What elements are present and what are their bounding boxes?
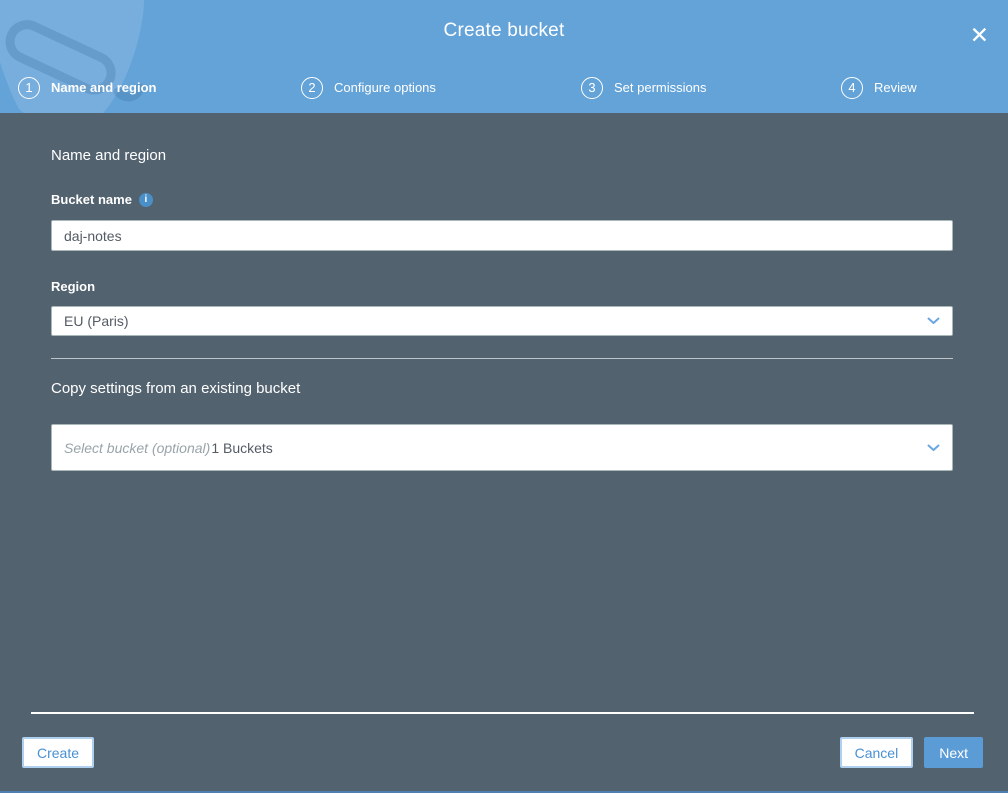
cancel-button[interactable]: Cancel — [839, 737, 914, 768]
step-2-number: 2 — [301, 76, 323, 99]
bucket-count-text: 1 Buckets — [211, 439, 273, 456]
step-1-label: Name and region — [51, 80, 157, 95]
dialog-title: Create bucket — [443, 20, 565, 41]
section-divider — [51, 358, 953, 359]
region-select[interactable]: EU (Paris) — [51, 306, 953, 336]
step-3-label: Set permissions — [614, 80, 707, 95]
step-set-permissions[interactable]: 3 Set permissions — [581, 76, 841, 99]
next-button[interactable]: Next — [924, 737, 983, 768]
step-4-number: 4 — [841, 76, 863, 99]
region-label: Region — [51, 279, 96, 294]
step-configure-options[interactable]: 2 Configure options — [301, 76, 581, 99]
bucket-name-label: Bucket name i — [51, 192, 953, 207]
footer-actions: Create Cancel Next — [0, 737, 1008, 768]
create-button[interactable]: Create — [22, 737, 95, 768]
footer-divider — [31, 712, 974, 714]
step-1-number: 1 — [18, 76, 40, 99]
close-icon[interactable]: ✕ — [970, 24, 989, 47]
info-icon[interactable]: i — [138, 192, 153, 207]
region-selected-value: EU (Paris) — [64, 313, 129, 329]
section-heading-name-and-region: Name and region — [51, 147, 167, 164]
chevron-down-icon — [927, 444, 940, 452]
step-name-and-region[interactable]: 1 Name and region — [18, 76, 301, 99]
section-heading-copy-settings: Copy settings from an existing bucket — [51, 380, 301, 397]
form-body: Name and region Bucket name i Region EU … — [0, 113, 1008, 471]
step-4-label: Review — [874, 80, 917, 95]
wizard-steps: 1 Name and region 2 Configure options 3 … — [0, 62, 1008, 113]
step-review[interactable]: 4 Review — [841, 76, 1008, 99]
copy-bucket-placeholder: Select bucket (optional) — [64, 439, 211, 456]
copy-bucket-select[interactable]: Select bucket (optional) 1 Buckets — [51, 424, 953, 471]
step-2-label: Configure options — [334, 80, 436, 95]
bucket-name-input[interactable] — [51, 220, 953, 251]
step-3-number: 3 — [581, 76, 603, 99]
chevron-down-icon — [927, 317, 940, 325]
create-bucket-dialog-header: Create bucket ✕ 1 Name and region 2 Conf… — [0, 0, 1008, 113]
